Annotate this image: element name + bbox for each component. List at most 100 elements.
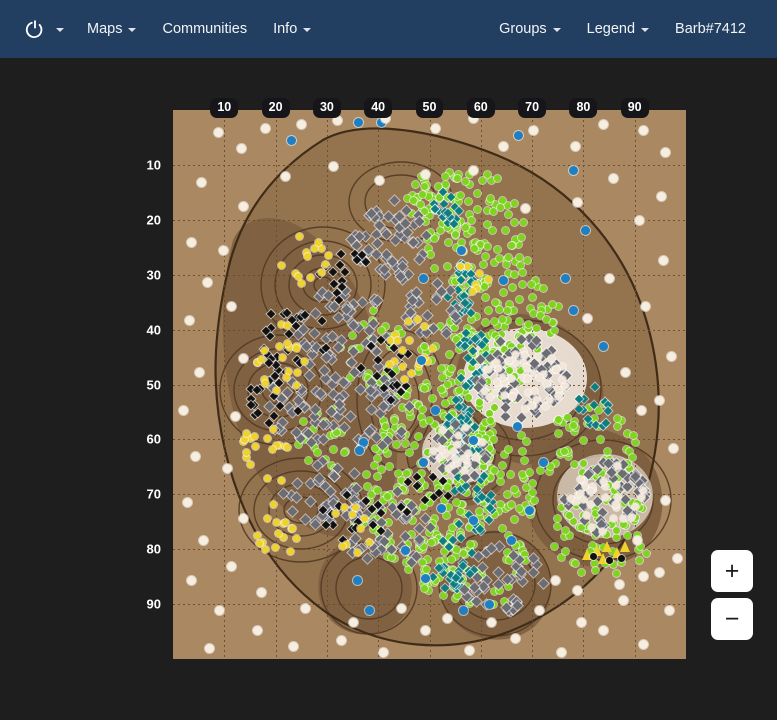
marker-wood-node[interactable] — [530, 496, 538, 504]
marker-ocean-dot[interactable] — [572, 585, 582, 595]
marker-wood-node[interactable] — [474, 205, 482, 213]
marker-sulfur-ore[interactable] — [260, 347, 268, 355]
marker-sulfur-ore[interactable] — [257, 356, 265, 364]
marker-ocean-dot[interactable] — [238, 513, 248, 523]
marker-monument-dot[interactable] — [418, 457, 428, 467]
marker-wood-node[interactable] — [444, 239, 452, 247]
marker-wood-node[interactable] — [421, 342, 429, 350]
marker-wood-node[interactable] — [481, 282, 489, 290]
marker-monument-dot[interactable] — [538, 457, 548, 467]
marker-wood-node[interactable] — [551, 326, 558, 334]
marker-ocean-dot[interactable] — [638, 571, 648, 581]
marker-sulfur-ore[interactable] — [240, 435, 248, 443]
marker-monument-dot[interactable] — [498, 275, 508, 285]
marker-wood-node[interactable] — [643, 549, 651, 557]
marker-wood-node[interactable] — [466, 540, 474, 548]
marker-wood-node[interactable] — [304, 456, 312, 464]
marker-monument-dot[interactable] — [430, 405, 440, 415]
marker-wood-node[interactable] — [373, 454, 381, 462]
marker-sulfur-ore[interactable] — [295, 272, 303, 280]
zoom-out-button[interactable]: − — [711, 598, 753, 640]
marker-ocean-dot[interactable] — [528, 125, 538, 135]
marker-ocean-dot[interactable] — [374, 175, 384, 185]
marker-wood-node[interactable] — [501, 226, 509, 234]
marker-hazard-dot[interactable] — [605, 556, 613, 564]
marker-wood-node[interactable] — [445, 350, 453, 358]
marker-sulfur-ore[interactable] — [274, 529, 282, 537]
marker-monument-dot[interactable] — [524, 505, 534, 515]
marker-ocean-dot[interactable] — [238, 201, 248, 211]
marker-wood-node[interactable] — [444, 504, 452, 512]
marker-wood-node[interactable] — [510, 486, 518, 494]
marker-wood-node[interactable] — [451, 231, 459, 239]
nav-item-legend[interactable]: Legend — [574, 15, 662, 43]
marker-sulfur-node[interactable] — [485, 393, 493, 401]
marker-sulfur-ore[interactable] — [317, 268, 325, 276]
marker-ocean-dot[interactable] — [556, 647, 566, 657]
marker-ocean-dot[interactable] — [230, 411, 240, 421]
marker-sulfur-node[interactable] — [579, 495, 587, 503]
marker-ocean-dot[interactable] — [660, 495, 670, 505]
marker-wood-node[interactable] — [437, 365, 445, 373]
marker-sulfur-ore[interactable] — [284, 339, 292, 347]
marker-ocean-dot[interactable] — [178, 405, 188, 415]
marker-ocean-dot[interactable] — [498, 141, 508, 151]
marker-ocean-dot[interactable] — [604, 273, 614, 283]
marker-monument-dot[interactable] — [353, 117, 363, 127]
marker-wood-node[interactable] — [437, 385, 445, 393]
marker-monument-dot[interactable] — [456, 245, 466, 255]
marker-sulfur-ore[interactable] — [295, 232, 303, 240]
marker-ocean-dot[interactable] — [620, 367, 630, 377]
marker-wood-node[interactable] — [460, 549, 468, 557]
marker-ocean-dot[interactable] — [280, 171, 290, 181]
marker-wood-node[interactable] — [498, 197, 506, 205]
marker-ocean-dot[interactable] — [204, 643, 214, 653]
marker-sulfur-ore[interactable] — [293, 381, 301, 389]
marker-wood-node[interactable] — [402, 470, 410, 478]
marker-sulfur-ore[interactable] — [331, 510, 339, 518]
marker-ocean-dot[interactable] — [378, 647, 388, 657]
marker-wood-node[interactable] — [481, 318, 489, 326]
marker-wood-node[interactable] — [340, 448, 348, 456]
marker-wood-node[interactable] — [493, 174, 501, 182]
marker-wood-node[interactable] — [579, 460, 587, 468]
marker-ocean-dot[interactable] — [288, 641, 298, 651]
marker-wood-node[interactable] — [485, 306, 493, 314]
marker-wood-node[interactable] — [383, 493, 391, 501]
marker-wood-node[interactable] — [490, 403, 498, 411]
marker-wood-node[interactable] — [612, 570, 620, 578]
marker-ocean-dot[interactable] — [640, 301, 650, 311]
marker-wood-node[interactable] — [516, 317, 524, 325]
marker-sulfur-ore[interactable] — [269, 425, 277, 433]
marker-ocean-dot[interactable] — [300, 603, 310, 613]
marker-wood-node[interactable] — [447, 555, 455, 563]
marker-wood-node[interactable] — [540, 284, 548, 292]
marker-wood-node[interactable] — [454, 174, 462, 182]
marker-hazard-triangle[interactable] — [601, 540, 612, 552]
marker-sulfur-node[interactable] — [588, 523, 596, 531]
marker-wood-node[interactable] — [455, 387, 463, 395]
marker-sulfur-node[interactable] — [471, 454, 479, 462]
marker-wood-node[interactable] — [526, 468, 534, 476]
marker-wood-node[interactable] — [378, 326, 386, 334]
marker-sulfur-ore[interactable] — [398, 347, 406, 355]
marker-ocean-dot[interactable] — [198, 535, 208, 545]
marker-sulfur-ore[interactable] — [413, 316, 421, 324]
marker-monument-dot[interactable] — [598, 341, 608, 351]
nav-item-info[interactable]: Info — [260, 15, 324, 43]
marker-ocean-dot[interactable] — [654, 567, 664, 577]
marker-ocean-dot[interactable] — [468, 165, 478, 175]
marker-sulfur-ore[interactable] — [405, 336, 413, 344]
marker-wood-node[interactable] — [504, 253, 512, 261]
nav-item-maps[interactable]: Maps — [74, 15, 149, 43]
marker-sulfur-node[interactable] — [613, 493, 621, 501]
marker-sulfur-ore[interactable] — [321, 261, 329, 269]
marker-ocean-dot[interactable] — [328, 161, 338, 171]
marker-sulfur-node[interactable] — [454, 431, 462, 439]
marker-wood-node[interactable] — [381, 422, 389, 430]
marker-monument-dot[interactable] — [286, 135, 296, 145]
marker-monument-dot[interactable] — [568, 165, 578, 175]
marker-sulfur-node[interactable] — [541, 403, 549, 411]
marker-wood-node[interactable] — [313, 448, 321, 456]
nav-item-user-account[interactable]: Barb#7412 — [662, 15, 759, 43]
